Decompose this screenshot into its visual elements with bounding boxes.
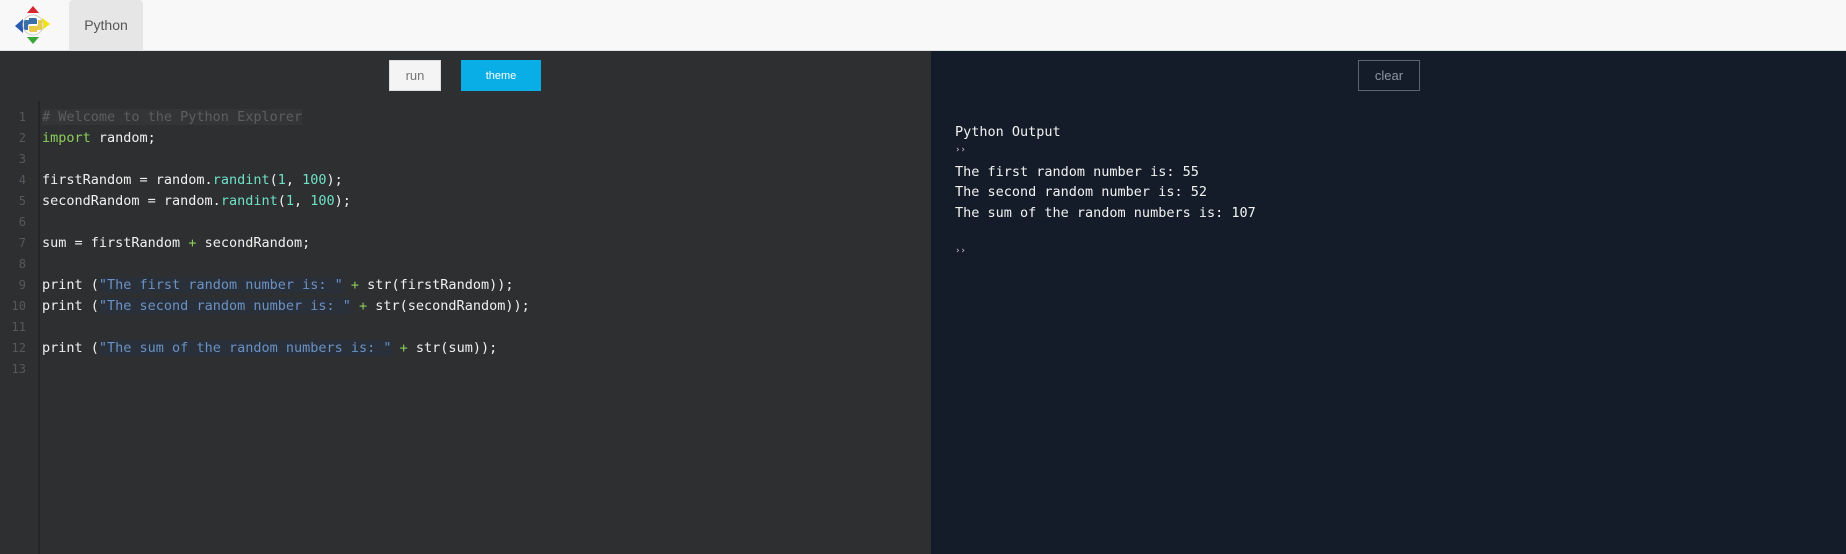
code-line[interactable]: print ("The first random number is: " + … xyxy=(42,275,513,296)
code-line[interactable]: firstRandom = random.randint(1, 100); xyxy=(42,170,343,191)
tab-python[interactable]: Python xyxy=(69,0,143,50)
line-number: 12 xyxy=(11,341,26,355)
output-line: The first random number is: 55 xyxy=(955,164,1199,180)
line-number: 3 xyxy=(18,152,26,166)
line-number: 8 xyxy=(18,257,26,271)
line-number: 1 xyxy=(18,110,26,124)
line-number: 9 xyxy=(18,278,26,292)
code-line[interactable]: print ("The sum of the random numbers is… xyxy=(42,338,497,359)
editor-toolbar: run theme xyxy=(0,51,931,101)
code-editor-pane: run theme 1 2 3 4 5 6 7 8 9 10 11 12 13 … xyxy=(0,51,931,554)
output-end-prompt: ›› xyxy=(955,246,966,256)
output-title: Python Output xyxy=(955,124,1061,140)
clear-button[interactable]: clear xyxy=(1358,60,1420,91)
theme-button[interactable]: theme xyxy=(461,60,541,91)
output-line: The second random number is: 52 xyxy=(955,184,1207,200)
code-line[interactable]: print ("The second random number is: " +… xyxy=(42,296,530,317)
output-pane: clear Python Output ›› The first random … xyxy=(931,51,1846,554)
top-bar: Python xyxy=(0,0,1846,51)
line-number: 13 xyxy=(11,362,26,376)
line-number: 6 xyxy=(18,215,26,229)
code-line[interactable]: sum = firstRandom + secondRandom; xyxy=(42,233,310,254)
line-number-gutter: 1 2 3 4 5 6 7 8 9 10 11 12 13 xyxy=(0,101,40,554)
code-line[interactable]: secondRandom = random.randint(1, 100); xyxy=(42,191,351,212)
line-number: 11 xyxy=(11,320,26,334)
line-number: 7 xyxy=(18,236,26,250)
line-number: 10 xyxy=(11,299,26,313)
line-number: 5 xyxy=(18,194,26,208)
code-line[interactable]: # Welcome to the Python Explorer xyxy=(42,107,303,128)
line-number: 4 xyxy=(18,173,26,187)
run-button[interactable]: run xyxy=(389,60,441,91)
code-input-area[interactable]: # Welcome to the Python Explorer import r… xyxy=(42,101,931,554)
code-line[interactable]: import random; xyxy=(42,128,156,149)
python-explorer-logo-icon[interactable] xyxy=(12,4,54,46)
output-prompt: ›› xyxy=(955,145,966,155)
line-number: 2 xyxy=(18,131,26,145)
output-line: The sum of the random numbers is: 107 xyxy=(955,205,1256,221)
